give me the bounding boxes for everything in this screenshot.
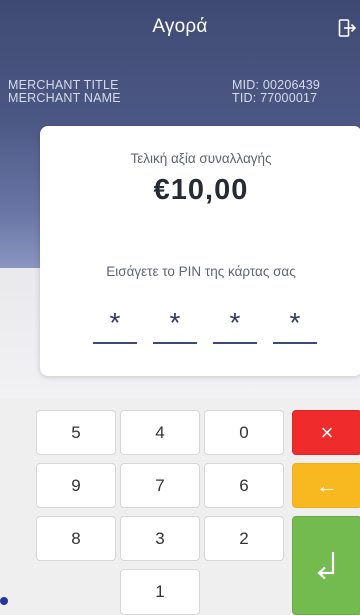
pin-digit: * [169, 307, 181, 338]
cancel-button[interactable]: × [292, 410, 360, 455]
enter-icon [317, 551, 335, 579]
pin-digit: * [289, 307, 301, 338]
pin-slot: * [93, 306, 137, 344]
terminal-ids: MID: 00206439 TID: 77000017 [232, 79, 320, 105]
enter-button[interactable] [292, 516, 360, 615]
pin-prompt: Εισάγετε το PIN της κάρτας σας [106, 264, 296, 279]
pin-field: * * * * [93, 306, 323, 346]
merchant-name: MERCHANT NAME [8, 91, 121, 105]
key-7[interactable]: 7 [120, 463, 200, 508]
key-1[interactable]: 1 [120, 569, 200, 615]
pin-slot: * [273, 306, 317, 344]
pin-slot: * [213, 306, 257, 344]
key-6[interactable]: 6 [204, 463, 284, 508]
terminal-id: TID: 77000017 [232, 91, 318, 105]
pin-slot: * [153, 306, 197, 344]
backspace-button[interactable]: ← [292, 463, 360, 508]
merchant-info: MERCHANT TITLE MERCHANT NAME [8, 79, 121, 105]
pin-digit: * [229, 307, 241, 338]
amount-value: €10,00 [153, 174, 249, 206]
pin-keypad: 5 4 0 × 9 7 6 ← 8 3 2 1 [0, 398, 360, 615]
key-8[interactable]: 8 [36, 516, 116, 561]
key-4[interactable]: 4 [120, 410, 200, 455]
pin-entry-screen: Αγορά MERCHANT TITLE MERCHANT NAME MID: … [0, 0, 360, 615]
key-0[interactable]: 0 [204, 410, 284, 455]
amount-label: Τελική αξία συναλλαγής [130, 151, 272, 166]
key-2[interactable]: 2 [204, 516, 284, 561]
exit-icon[interactable] [338, 18, 357, 38]
key-9[interactable]: 9 [36, 463, 116, 508]
pin-digit: * [109, 307, 121, 338]
page-indicator-dot [0, 597, 8, 605]
transaction-card: Τελική αξία συναλλαγής €10,00 Εισάγετε τ… [40, 126, 360, 376]
key-3[interactable]: 3 [120, 516, 200, 561]
page-title: Αγορά [152, 16, 208, 37]
key-5[interactable]: 5 [36, 410, 116, 455]
